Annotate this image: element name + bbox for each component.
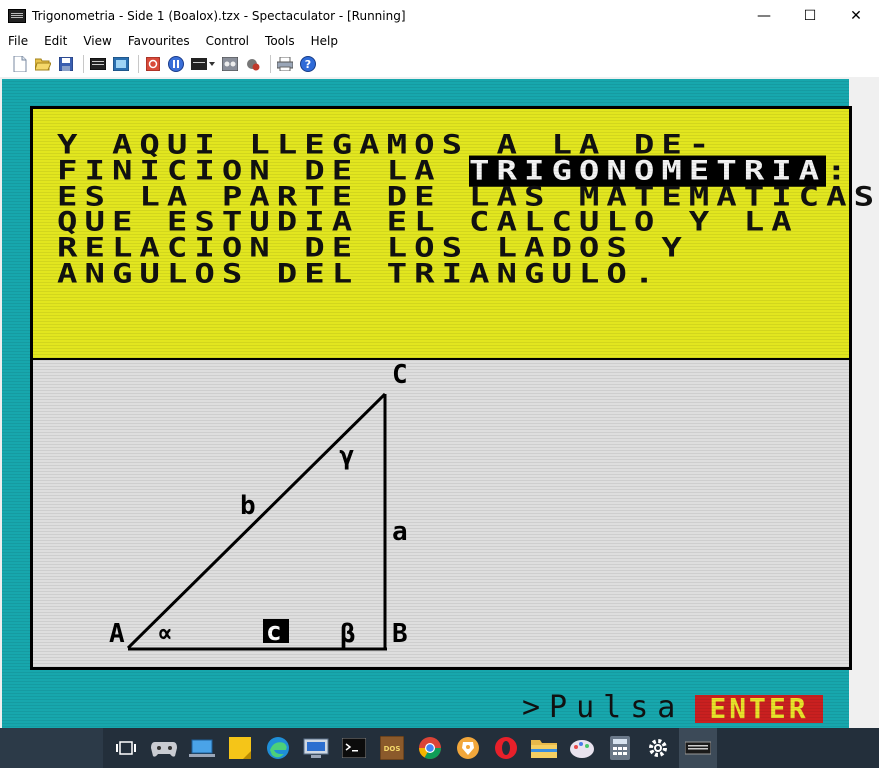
maximize-button[interactable]: ☐ (787, 0, 833, 31)
text-line-6-content: ANGULOS DEL TRIANGULO. (57, 258, 662, 290)
chrome-icon[interactable] (415, 733, 445, 763)
taskbar-search-area[interactable] (0, 728, 103, 768)
open-icon[interactable] (35, 56, 51, 72)
triangle-diagram: C A B a b c ∝ β γ (109, 360, 408, 651)
keyboard-icon[interactable] (90, 56, 106, 72)
angle-alpha-label: ∝ (157, 619, 173, 649)
text-line-1: Y AQUI LLEGAMOS A LA DE- (57, 132, 716, 159)
vertex-b-label: B (392, 619, 408, 649)
minimize-button[interactable]: — (741, 0, 787, 31)
save-icon[interactable] (58, 56, 74, 72)
enter-key-badge[interactable]: ENTER (695, 695, 823, 723)
menu-file[interactable]: File (0, 34, 36, 48)
side-c-label: c (266, 617, 282, 647)
tools-icon[interactable] (245, 56, 261, 72)
text-line-2: FINICION DE LA TRIGONOMETRIA: (57, 155, 854, 187)
opera-icon[interactable] (491, 733, 521, 763)
menu-bar: File Edit View Favourites Control Tools … (0, 31, 879, 51)
settings-icon[interactable] (643, 733, 673, 763)
emulator-frame: Y AQUI LLEGAMOS A LA DE- FINICION DE LA … (0, 77, 879, 728)
terminal-icon[interactable] (339, 733, 369, 763)
triangle-diagram-panel: C A B a b c ∝ β γ (30, 360, 852, 670)
menu-favourites[interactable]: Favourites (120, 34, 198, 48)
new-icon[interactable] (12, 56, 28, 72)
calculator-icon[interactable] (605, 733, 635, 763)
svg-text:?: ? (305, 58, 311, 71)
continue-prompt: >Pulsa (522, 690, 685, 725)
remote-desktop-icon[interactable] (301, 733, 331, 763)
sticky-notes-icon[interactable] (225, 733, 255, 763)
text-line-3: ES LA PARTE DE LAS MATEMATICAS (57, 184, 879, 211)
toolbar-separator (83, 55, 84, 73)
text-line-4: QUE ESTUDIA EL CALCULO Y LA (57, 209, 799, 236)
spectaculator-app-icon[interactable] (8, 8, 26, 23)
side-a-label: a (392, 517, 408, 547)
spectaculator-icon[interactable] (679, 728, 717, 768)
window-controls: — ☐ ✕ (741, 0, 879, 31)
angle-beta-label: β (340, 619, 356, 649)
text-panel: Y AQUI LLEGAMOS A LA DE- FINICION DE LA … (30, 106, 874, 360)
spectrum-screen[interactable]: Y AQUI LLEGAMOS A LA DE- FINICION DE LA … (2, 79, 874, 728)
toolbar-separator (270, 55, 271, 73)
tape-icon[interactable] (222, 56, 238, 72)
menu-tools[interactable]: Tools (257, 34, 303, 48)
vertex-a-label: A (109, 619, 125, 649)
task-view-icon[interactable] (111, 733, 141, 763)
toolbar-separator (138, 55, 139, 73)
taskbar: DOS (0, 728, 879, 768)
screenshot-icon[interactable] (113, 56, 129, 72)
side-b-label: b (240, 491, 256, 521)
side-b-line (126, 392, 387, 650)
help-icon[interactable]: ? (300, 56, 316, 72)
desktop-icon[interactable] (187, 733, 217, 763)
text-line-5: RELACION DE LOS LADOS Y (57, 235, 689, 262)
menu-control[interactable]: Control (198, 34, 257, 48)
file-explorer-icon[interactable] (529, 733, 559, 763)
edge-icon[interactable] (263, 733, 293, 763)
paint-icon[interactable] (567, 733, 597, 763)
vertex-c-label: C (392, 360, 408, 390)
toolbar: ? (0, 52, 879, 76)
reset-icon[interactable] (145, 56, 161, 72)
dosbox-icon[interactable]: DOS (377, 733, 407, 763)
menu-view[interactable]: View (75, 34, 119, 48)
pause-icon[interactable] (168, 56, 184, 72)
brave-icon[interactable] (453, 733, 483, 763)
svg-text:DOS: DOS (384, 745, 401, 753)
close-button[interactable]: ✕ (833, 0, 879, 31)
gamepad-icon[interactable] (149, 733, 179, 763)
menu-edit[interactable]: Edit (36, 34, 75, 48)
joystick-keyboard-icon[interactable] (191, 56, 215, 72)
angle-gamma-label: γ (339, 441, 355, 471)
window-title: Trigonometria - Side 1 (Boalox).tzx - Sp… (32, 8, 406, 23)
text-line-6: ANGULOS DEL TRIANGULO. (57, 261, 661, 288)
title-bar: Trigonometria - Side 1 (Boalox).tzx - Sp… (0, 0, 879, 31)
printer-icon[interactable] (277, 56, 293, 72)
menu-help[interactable]: Help (303, 34, 346, 48)
